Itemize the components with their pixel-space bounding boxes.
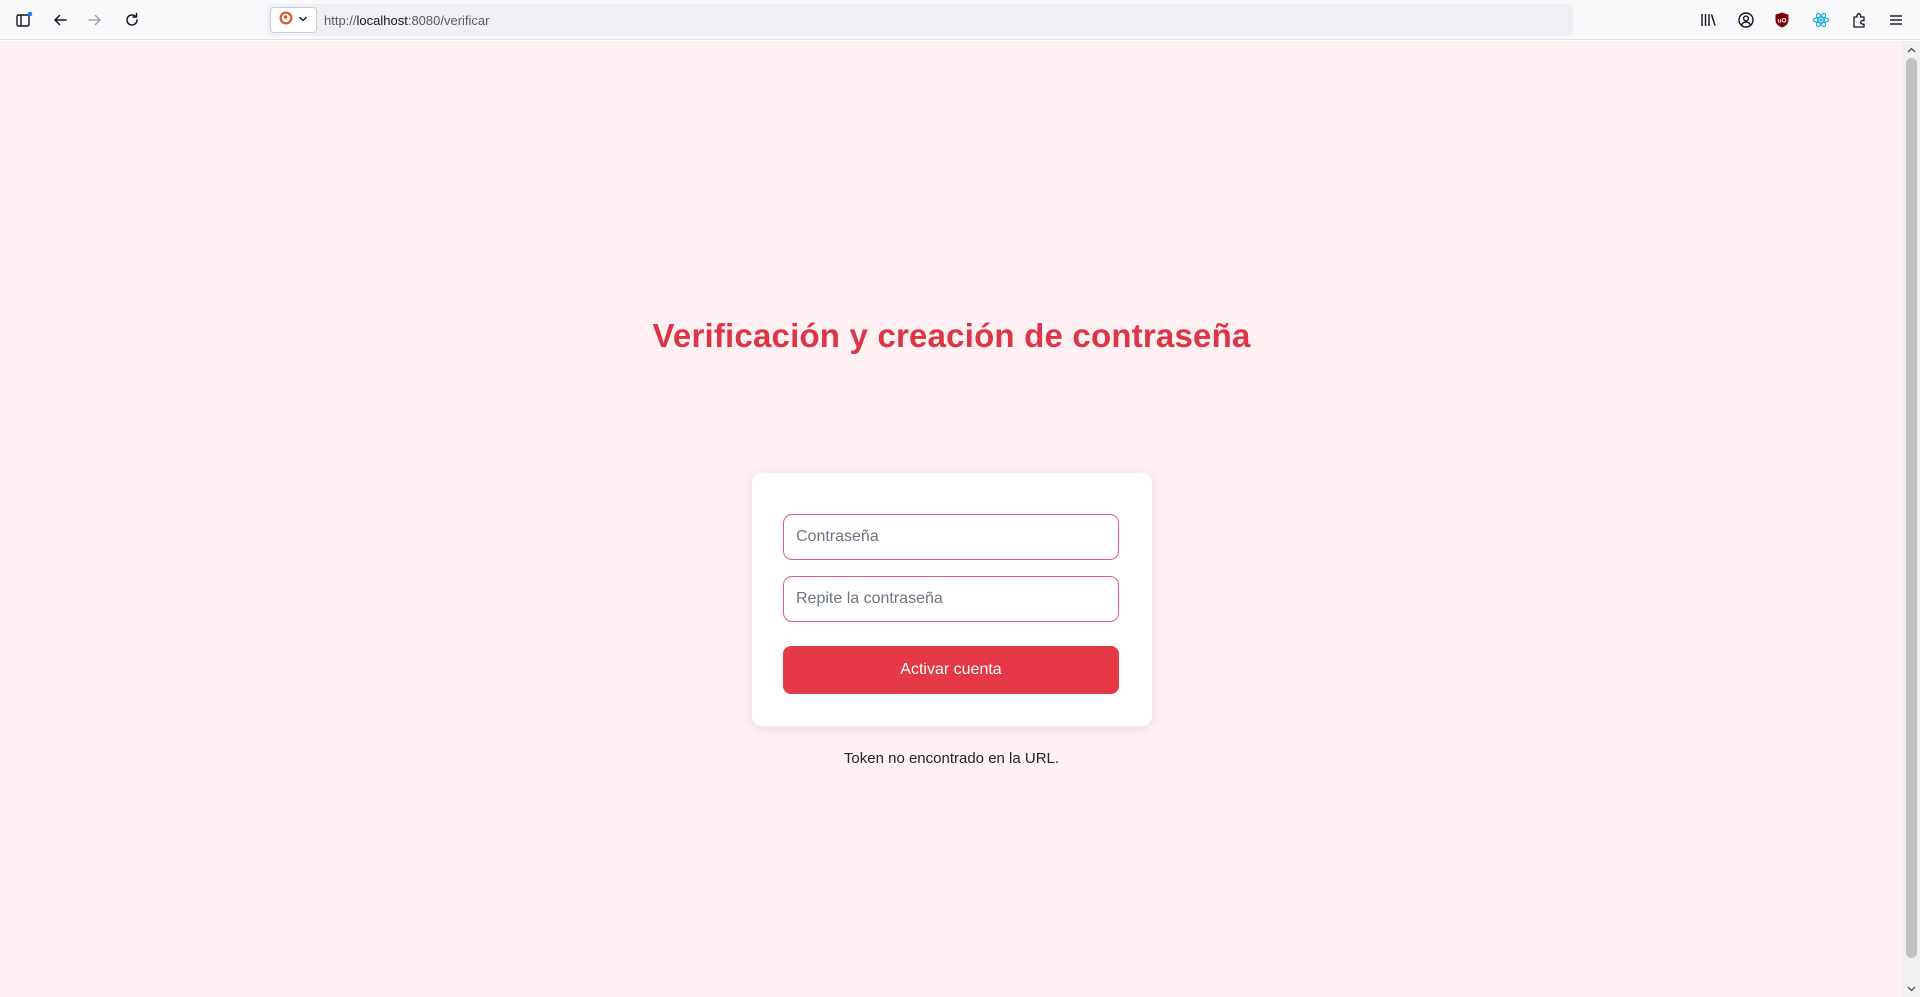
url-scheme: http:// — [324, 12, 357, 28]
scroll-down-arrow-icon[interactable] — [1903, 980, 1920, 997]
scrollbar-thumb[interactable] — [1906, 58, 1917, 958]
account-icon[interactable] — [1731, 5, 1761, 35]
url-host: localhost — [356, 12, 408, 28]
url-text[interactable]: http://localhost:8080/verificar — [324, 13, 490, 28]
vertical-scrollbar[interactable] — [1903, 41, 1920, 997]
chevron-down-icon — [298, 11, 308, 29]
svg-text:uO: uO — [1777, 18, 1786, 25]
reload-icon[interactable] — [117, 5, 147, 35]
page-viewport: Verificación y creación de contraseña Ac… — [0, 41, 1903, 997]
repeat-password-field[interactable] — [783, 576, 1119, 622]
duckduckgo-icon — [279, 11, 293, 30]
activate-account-button[interactable]: Activar cuenta — [783, 646, 1119, 694]
url-path: :8080/verificar — [407, 12, 490, 28]
browser-toolbar: http://localhost:8080/verificar uO — [0, 0, 1920, 40]
password-field[interactable] — [783, 514, 1119, 560]
sidebar-icon[interactable] — [9, 5, 39, 35]
menu-icon[interactable] — [1881, 5, 1911, 35]
ublock-icon[interactable]: uO — [1767, 5, 1797, 35]
forward-icon[interactable] — [80, 5, 110, 35]
library-icon[interactable] — [1693, 5, 1723, 35]
back-icon[interactable] — [45, 5, 75, 35]
site-identity-button[interactable] — [270, 7, 317, 33]
scroll-up-arrow-icon[interactable] — [1903, 41, 1920, 58]
url-bar[interactable]: http://localhost:8080/verificar — [267, 4, 1573, 36]
extensions-icon[interactable] — [1845, 5, 1875, 35]
verification-form-card: Activar cuenta — [752, 473, 1152, 726]
react-devtools-icon[interactable] — [1806, 5, 1836, 35]
page-title: Verificación y creación de contraseña — [652, 317, 1251, 354]
status-message: Token no encontrado en la URL. — [843, 750, 1060, 767]
